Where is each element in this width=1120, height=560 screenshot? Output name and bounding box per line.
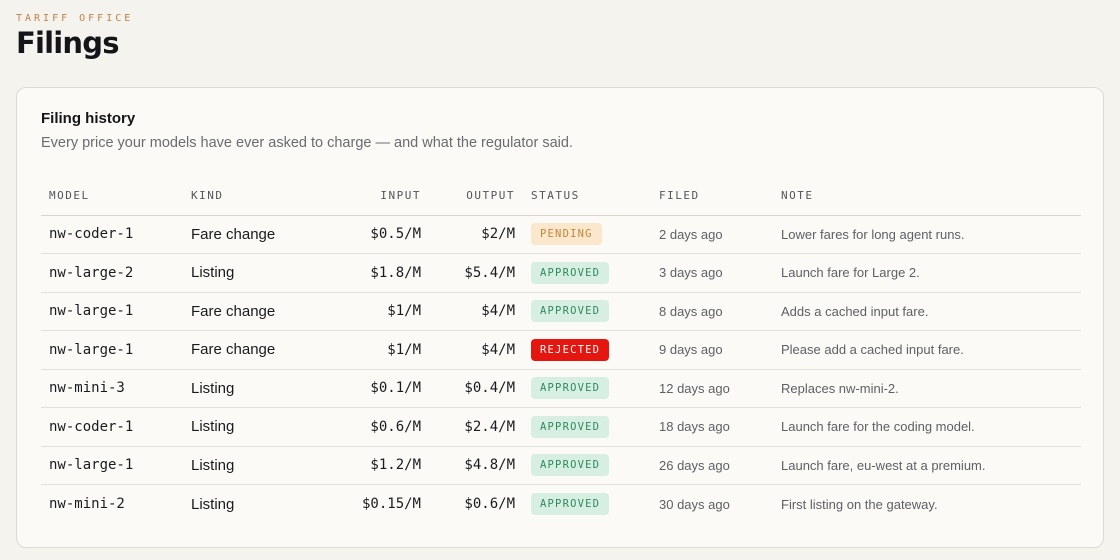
column-header-status[interactable]: STATUS xyxy=(523,177,651,216)
cell-note: Lower fares for long agent runs. xyxy=(773,215,1081,254)
cell-model: nw-large-2 xyxy=(41,253,183,293)
cell-input-price: $1/M xyxy=(333,330,429,370)
cell-output-price: $2.4/M xyxy=(429,407,523,447)
cell-status: APPROVED xyxy=(523,369,651,408)
card-subtitle: Every price your models have ever asked … xyxy=(41,135,573,151)
status-badge: APPROVED xyxy=(531,300,610,323)
table-row[interactable]: nw-mini-2 Listing $0.15/M $0.6/M APPROVED 30 … xyxy=(41,485,1081,524)
cell-model: nw-coder-1 xyxy=(41,407,183,447)
column-header-output[interactable]: OUTPUT xyxy=(429,177,523,216)
cell-output-price: $2/M xyxy=(429,215,523,254)
table-row[interactable]: nw-large-1 Listing $1.2/M $4.8/M APPROVED 26 … xyxy=(41,446,1081,485)
cell-filed: 30 days ago xyxy=(659,496,730,512)
column-header-model[interactable]: MODEL xyxy=(41,177,183,216)
column-header-filed[interactable]: FILED xyxy=(651,177,773,216)
cell-model: nw-large-1 xyxy=(41,292,183,331)
cell-filed: 9 days ago xyxy=(651,330,773,370)
status-badge: REJECTED xyxy=(531,338,610,361)
cell-status: APPROVED xyxy=(523,407,651,447)
table-row[interactable]: nw-large-1 Fare change $1/M $4/M APPROVED 8 d… xyxy=(41,292,1081,331)
cell-status: APPROVED xyxy=(523,253,651,293)
cell-output-price: $0.6/M xyxy=(464,496,515,512)
cell-note: Replaces nw-mini-2. xyxy=(773,369,1081,408)
cell-kind: Listing xyxy=(183,369,333,408)
cell-model: nw-large-1 xyxy=(41,446,183,485)
cell-output-price: $5.4/M xyxy=(429,253,523,293)
cell-filed: 8 days ago xyxy=(651,292,773,331)
cell-note: Please add a cached input fare. xyxy=(773,330,1081,370)
column-header-input[interactable]: INPUT xyxy=(333,177,429,216)
filings-page: TARIFF OFFICE Filings Filing history Eve… xyxy=(0,0,1120,560)
cell-filed: 2 days ago xyxy=(651,215,773,254)
cell-output-price: $4/M xyxy=(429,330,523,370)
table-row[interactable]: nw-large-1 Fare change $1/M $4/M REJECTED 9 d… xyxy=(41,330,1081,370)
status-badge: APPROVED xyxy=(531,261,610,284)
section-eyebrow: TARIFF OFFICE xyxy=(16,13,134,24)
cell-output-price: $4/M xyxy=(429,292,523,331)
cell-kind: Listing xyxy=(183,253,333,293)
cell-output-price: $0.4/M xyxy=(429,369,523,408)
cell-input-price: $0.15/M xyxy=(361,496,421,512)
cell-model: nw-coder-1 xyxy=(41,215,183,254)
column-header-kind[interactable]: KIND xyxy=(183,177,333,216)
cell-model: nw-mini-3 xyxy=(41,369,183,408)
cell-input-price: $1.2/M xyxy=(333,446,429,485)
cell-status: PENDING xyxy=(523,215,651,254)
page-title: Filings xyxy=(16,26,120,60)
card-title: Filing history xyxy=(41,110,136,127)
cell-kind: Fare change xyxy=(183,330,333,370)
column-header-note[interactable]: NOTE xyxy=(773,177,1081,216)
table-row[interactable]: nw-large-2 Listing $1.8/M $5.4/M APPROVED 3 d… xyxy=(41,253,1081,293)
status-badge: APPROVED xyxy=(531,415,610,438)
status-badge: APPROVED xyxy=(531,454,610,477)
status-badge: APPROVED xyxy=(531,493,610,515)
cell-kind: Listing xyxy=(183,407,333,447)
cell-note: Launch fare for Large 2. xyxy=(773,253,1081,293)
cell-filed: 12 days ago xyxy=(651,369,773,408)
cell-output-price: $4.8/M xyxy=(429,446,523,485)
cell-filed: 3 days ago xyxy=(651,253,773,293)
table-row[interactable]: nw-mini-3 Listing $0.1/M $0.4/M APPROVED 12 d… xyxy=(41,369,1081,408)
status-badge: APPROVED xyxy=(531,377,610,400)
cell-note: Launch fare for the coding model. xyxy=(773,407,1081,447)
cell-note: Launch fare, eu-west at a premium. xyxy=(773,446,1081,485)
cell-status: APPROVED xyxy=(523,292,651,331)
cell-input-price: $0.1/M xyxy=(333,369,429,408)
cell-note: First listing on the gateway. xyxy=(781,496,938,512)
table-header-row: MODEL KIND INPUT OUTPUT STATUS FILED NOT… xyxy=(41,177,1081,216)
cell-kind: Fare change xyxy=(183,292,333,331)
table-row[interactable]: nw-coder-1 Fare change $0.5/M $2/M PENDING 2 … xyxy=(41,215,1081,254)
cell-input-price: $1/M xyxy=(333,292,429,331)
cell-kind: Listing xyxy=(191,495,235,513)
cell-input-price: $0.6/M xyxy=(333,407,429,447)
filing-history-card: Filing history Every price your models h… xyxy=(16,87,1104,548)
cell-model: nw-mini-2 xyxy=(49,496,125,512)
cell-status: REJECTED xyxy=(523,330,651,370)
cell-status: APPROVED xyxy=(523,446,651,485)
cell-input-price: $1.8/M xyxy=(333,253,429,293)
cell-input-price: $0.5/M xyxy=(333,215,429,254)
cell-kind: Fare change xyxy=(183,215,333,254)
cell-filed: 18 days ago xyxy=(651,407,773,447)
filings-table: MODEL KIND INPUT OUTPUT STATUS FILED NOT… xyxy=(41,177,1081,523)
table-row[interactable]: nw-coder-1 Listing $0.6/M $2.4/M APPROVED 18 … xyxy=(41,407,1081,447)
status-badge: PENDING xyxy=(531,223,602,246)
cell-note: Adds a cached input fare. xyxy=(773,292,1081,331)
cell-status: APPROVED xyxy=(523,485,651,524)
cell-filed: 26 days ago xyxy=(651,446,773,485)
cell-kind: Listing xyxy=(183,446,333,485)
cell-model: nw-large-1 xyxy=(41,330,183,370)
